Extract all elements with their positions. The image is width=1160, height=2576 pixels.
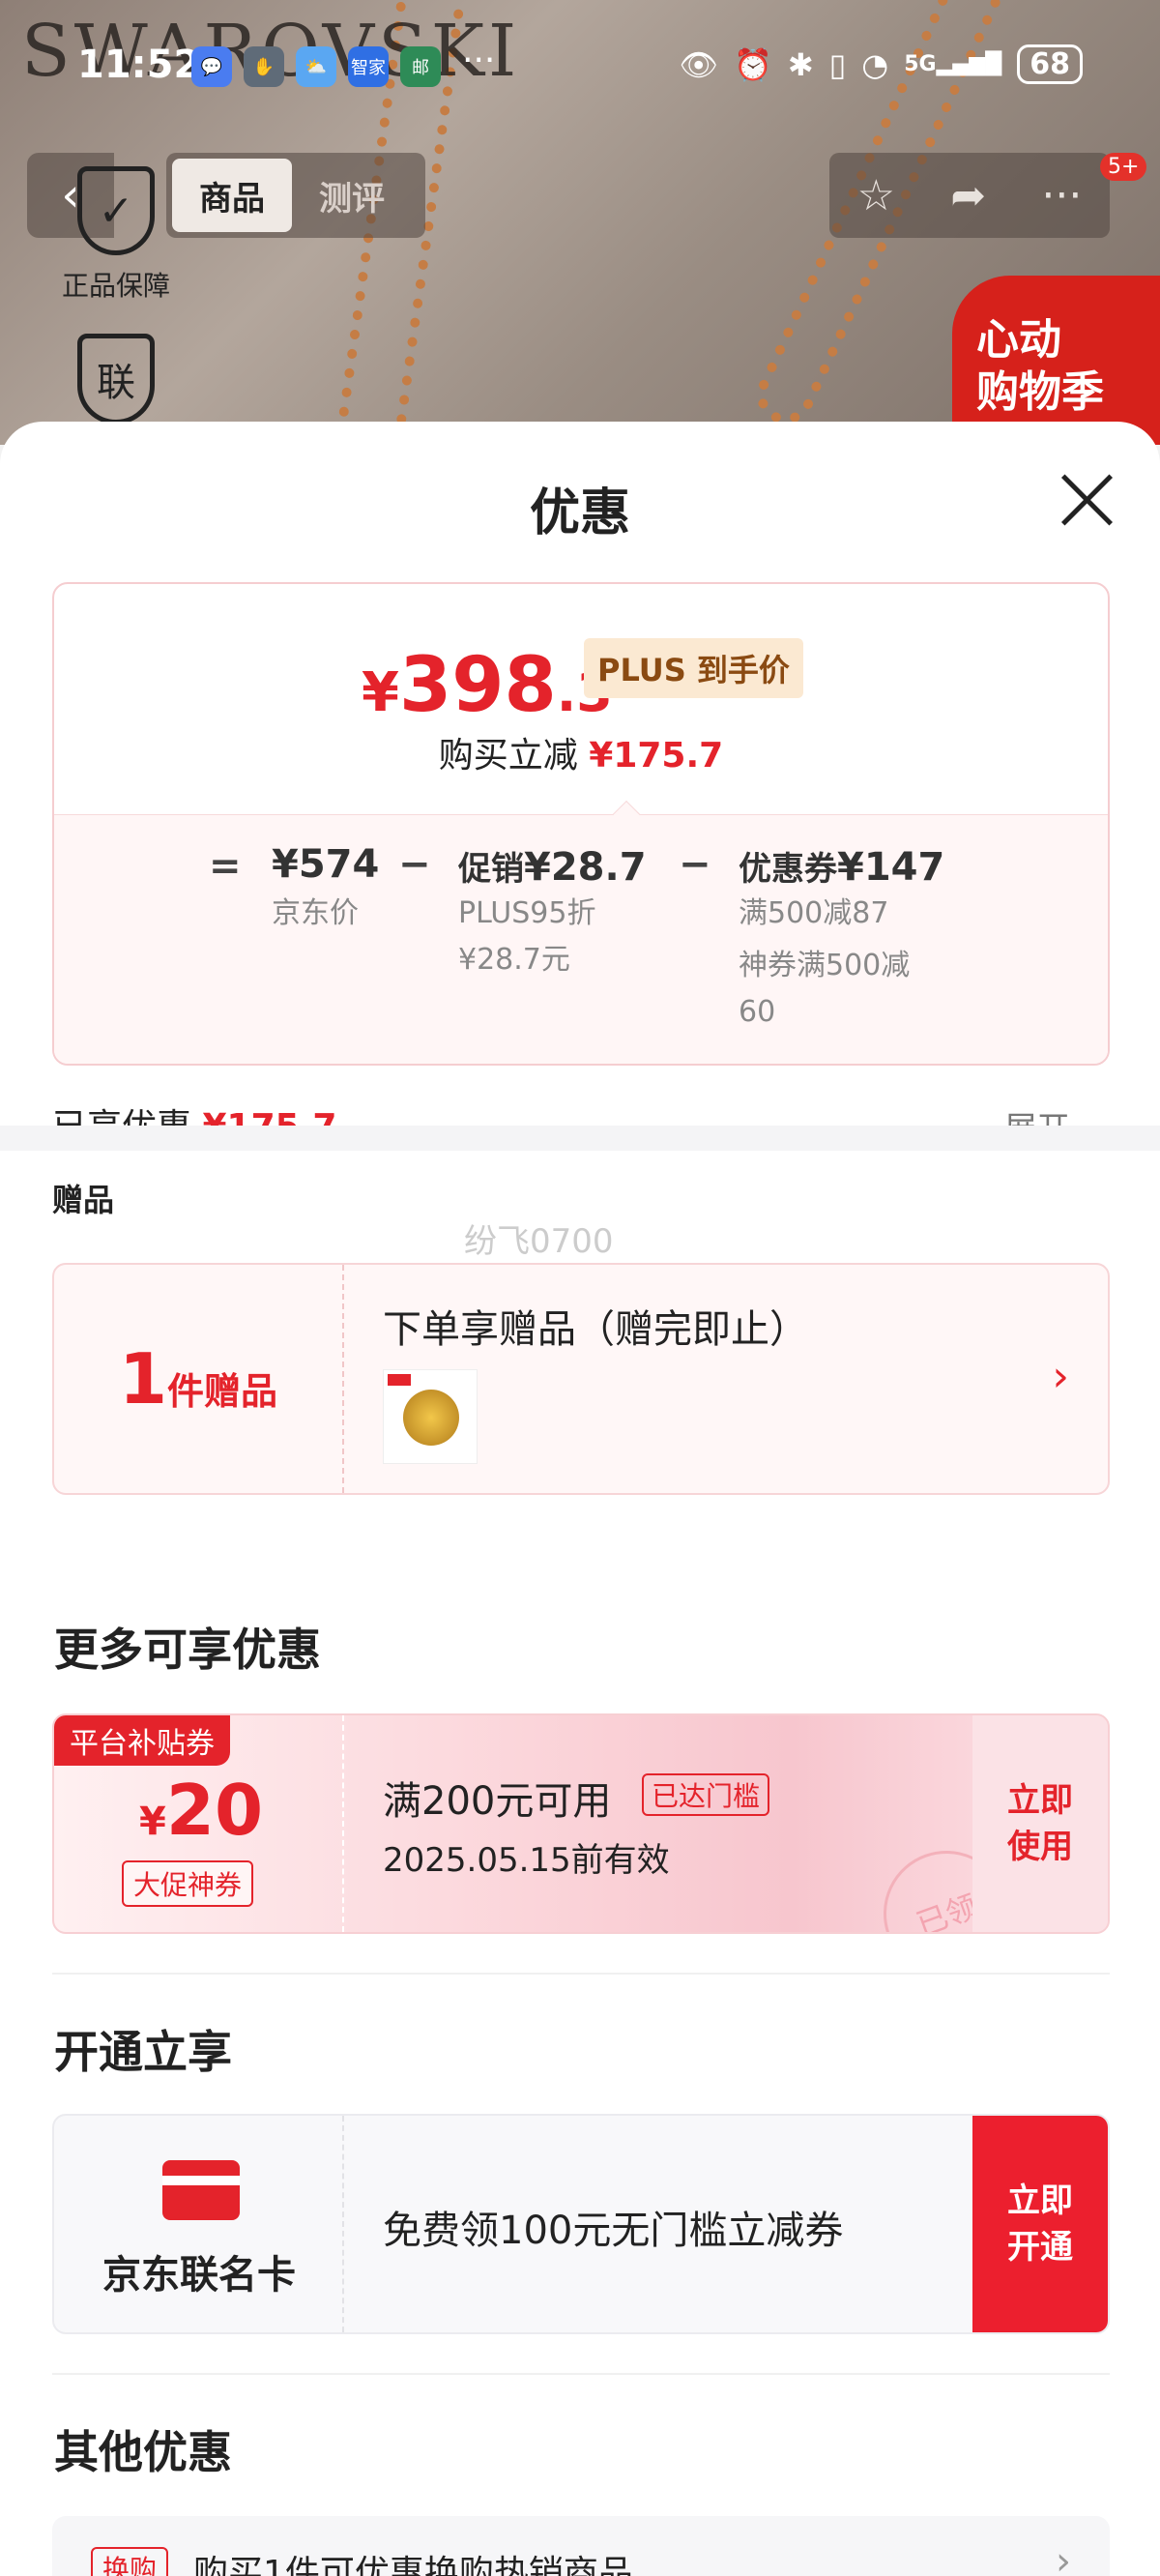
share-icon[interactable]: ➦ <box>950 171 986 220</box>
chevron-right-icon[interactable]: › <box>1052 1352 1069 1401</box>
instant-discount: 购买立减 ¥175.7 <box>438 736 724 776</box>
card-info: 京东联名卡 <box>54 2116 344 2332</box>
promo-detail-2: ¥28.7元 <box>458 943 570 977</box>
user-watermark: 纷飞0700 <box>464 1222 614 1261</box>
favorite-star-icon[interactable]: ☆ <box>857 171 895 220</box>
notification-icons: 💬 ✋ ⛅ 智家邮 <box>191 46 441 87</box>
vibrate-icon: ▯ <box>828 45 847 83</box>
open-now-button[interactable]: 立即 开通 <box>972 2116 1108 2332</box>
guarantee-label: 正品保障 <box>61 270 170 302</box>
postal-icon: 邮 <box>400 46 441 87</box>
gift-count: 1 件赠品 <box>54 1265 344 1493</box>
battery-icon: 68 <box>1017 44 1083 84</box>
close-icon[interactable] <box>1058 470 1116 528</box>
status-icons: 👁 ⏰ ✱ ▯ ◔ 5G▂▄▆█ 68 <box>679 44 1083 84</box>
alarm-icon: ⏰ <box>734 45 772 83</box>
wifi-icon: ◔ <box>861 45 889 83</box>
gift-heading: 赠品 <box>52 1182 115 1218</box>
message-icon: 💬 <box>191 46 232 87</box>
message-badge: 5+ <box>1100 153 1147 181</box>
product-tabs: 商品 测评 <box>166 153 425 238</box>
hand-icon: ✋ <box>244 46 284 87</box>
divider <box>52 1973 1110 1975</box>
jd-price-label: 京东价 <box>272 896 359 930</box>
exchange-offer-row[interactable]: 换购 购买1件可优惠换购热销商品 › <box>52 2516 1110 2576</box>
more-offers-title: 更多可享优惠 <box>54 1624 321 1676</box>
section-divider <box>0 1126 1160 1151</box>
card-offer-desc: 免费领100元无门槛立减券 <box>383 2209 844 2253</box>
signal-icon: 5G▂▄▆█ <box>904 52 1002 76</box>
threshold-reached-badge: 已达门槛 <box>642 1773 770 1816</box>
nav-actions: ☆ ➦ ··· <box>829 153 1110 238</box>
tab-review[interactable]: 测评 <box>292 159 412 232</box>
final-price: ¥398.3 <box>362 642 613 729</box>
platform-coupon: 平台补贴券 ¥20 大促神券 满200元可用 已达门槛 2025.05.15前有… <box>52 1713 1110 1934</box>
coupon-type: 大促神券 <box>122 1860 254 1907</box>
medal-icon <box>403 1390 459 1446</box>
cobrand-card-offer: 京东联名卡 免费领100元无门槛立减券 立即 开通 <box>52 2114 1110 2334</box>
authentic-guarantee: ✓ 正品保障 <box>56 166 176 304</box>
plus-price-tag: PLUS 到手价 <box>584 638 803 698</box>
promo-text: 心动 购物季 <box>976 315 1104 417</box>
more-icon[interactable]: ··· <box>1041 171 1082 220</box>
coupon-amount: ¥20 <box>139 1770 264 1851</box>
gift-card[interactable]: 1 件赠品 下单享赠品（赠完即止） › <box>52 1263 1110 1495</box>
gift-title: 下单享赠品（赠完即止） <box>383 1307 808 1352</box>
chevron-right-icon: › <box>1056 2539 1071 2576</box>
open-offer-title: 开通立享 <box>54 2026 232 2078</box>
equals-sign: = <box>209 844 242 889</box>
coupon-detail-2: 神券满500减 <box>739 949 911 982</box>
gift-thumbnail[interactable] <box>383 1369 478 1464</box>
use-now-button[interactable]: 立即 使用 <box>972 1715 1108 1932</box>
sheet-title: 优惠 <box>529 484 630 542</box>
bluetooth-icon: ✱ <box>787 45 814 83</box>
other-offers-title: 其他优惠 <box>54 2426 232 2478</box>
coupon-detail-3: 60 <box>739 995 776 1029</box>
promo-detail-1: PLUS95折 <box>458 896 596 930</box>
tab-product[interactable]: 商品 <box>172 159 292 232</box>
brand-mark <box>388 1374 411 1386</box>
minus-sign: − <box>398 842 431 887</box>
price-formula: = ¥574 京东价 − 促销¥28.7 PLUS95折 ¥28.7元 − 优惠… <box>54 814 1108 1064</box>
minus-sign: − <box>679 842 711 887</box>
more-notifications-icon: ··· <box>462 41 496 80</box>
jd-price-value: ¥574 <box>272 842 380 887</box>
clock: 11:52 <box>77 43 201 87</box>
coupon-validity: 2025.05.15前有效 <box>383 1841 670 1880</box>
eye-icon: 👁 <box>679 45 718 83</box>
status-bar: 11:52 💬 ✋ ⛅ 智家邮 ··· 👁 ⏰ ✱ ▯ ◔ 5G▂▄▆█ 68 <box>0 39 1160 97</box>
exchange-tag: 换购 <box>91 2547 169 2576</box>
coupon-condition: 满200元可用 <box>383 1779 612 1824</box>
weather-icon: ⛅ <box>296 46 336 87</box>
exchange-text: 购买1件可优惠换购热销商品 <box>193 2554 633 2576</box>
final-price-area: ¥398.3 PLUS 到手价 购买立减 ¥175.7 <box>54 584 1108 814</box>
divider <box>52 2373 1110 2375</box>
coupon-tag: 平台补贴券 <box>54 1715 230 1766</box>
shield-check-icon: ✓ <box>77 166 155 255</box>
smart-home-icon: 智家 <box>348 46 389 87</box>
coupon-detail-1: 满500减87 <box>739 896 889 930</box>
price-breakdown-card: ¥398.3 PLUS 到手价 购买立减 ¥175.7 = ¥574 京东价 −… <box>52 582 1110 1066</box>
coupon-divider <box>342 1715 344 1932</box>
promo-value: 促销¥28.7 <box>458 845 647 890</box>
card-name: 京东联名卡 <box>102 2253 296 2298</box>
credit-card-icon <box>162 2160 240 2220</box>
coupon-value: 优惠券¥147 <box>739 845 945 890</box>
shield-union-icon: 联 <box>77 334 155 424</box>
